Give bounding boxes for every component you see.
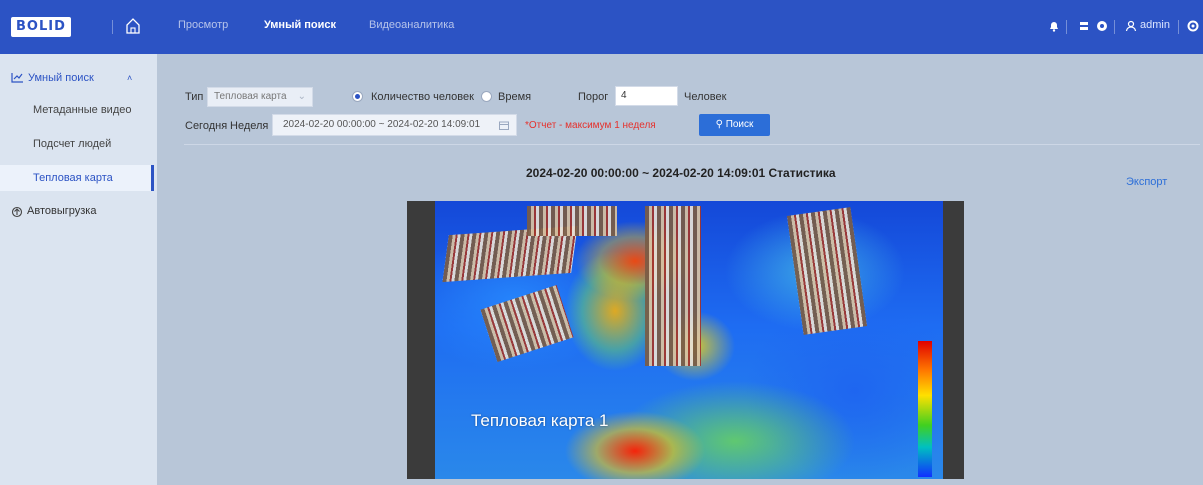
shelf xyxy=(527,206,617,236)
home-icon[interactable] xyxy=(125,17,141,35)
sidebar-item-people-count[interactable]: Подсчет людей xyxy=(0,131,157,157)
type-label: Тип xyxy=(185,91,204,103)
type-select[interactable]: Тепловая карта ⌄ xyxy=(207,87,313,107)
bell-icon[interactable] xyxy=(1047,19,1061,33)
top-bar: BOLID Просмотр Умный поиск Видеоаналитик… xyxy=(0,0,1203,54)
threshold-unit: Человек xyxy=(684,91,727,103)
sidebar-item-metadata[interactable]: Метаданные видео xyxy=(0,97,157,123)
date-range-input[interactable]: 2024-02-20 00:00:00 ~ 2024-02-20 14:09:0… xyxy=(272,114,517,136)
nav-smart-search[interactable]: Умный поиск xyxy=(264,19,336,31)
gear-icon[interactable] xyxy=(1186,19,1200,33)
shelf xyxy=(480,284,574,363)
threshold-label: Порог xyxy=(578,91,609,103)
search-button-label: Поиск xyxy=(725,119,754,130)
nav-view[interactable]: Просмотр xyxy=(178,19,228,31)
radio-time[interactable] xyxy=(481,91,492,102)
logo: BOLID xyxy=(11,17,71,37)
divider xyxy=(184,144,1200,145)
week-link[interactable]: Неделя xyxy=(230,120,268,132)
search-icon: ⚲ xyxy=(715,119,723,130)
sidebar-group-smart-search[interactable]: Умный поиск xyxy=(28,72,94,84)
sidebar-item-heatmap[interactable]: Тепловая карта xyxy=(0,165,154,191)
nav-video-analytics[interactable]: Видеоаналитика xyxy=(369,19,454,31)
divider xyxy=(1178,20,1179,34)
heat-scale xyxy=(918,341,932,477)
camera-frame: Тепловая карта 1 xyxy=(435,201,943,479)
divider xyxy=(1114,20,1115,34)
shelf xyxy=(786,207,868,335)
user-icon[interactable] xyxy=(1124,19,1138,33)
divider xyxy=(1066,20,1067,34)
threshold-input[interactable]: 4 xyxy=(615,86,678,106)
heatmap-image: Тепловая карта 1 xyxy=(407,201,964,479)
report-limit-warning: *Отчет - максимум 1 неделя xyxy=(525,120,656,131)
statistics-title: 2024-02-20 00:00:00 ~ 2024-02-20 14:09:0… xyxy=(526,166,836,180)
divider xyxy=(112,20,113,34)
export-link[interactable]: Экспорт xyxy=(1126,176,1167,188)
chevron-down-icon: ⌄ xyxy=(297,91,306,102)
search-button[interactable]: ⚲ Поиск xyxy=(699,114,770,136)
sidebar-group-autoupload[interactable]: Автовыгрузка xyxy=(27,205,96,217)
radio-people-count-label[interactable]: Количество человек xyxy=(371,91,474,103)
calendar-icon[interactable] xyxy=(499,121,509,130)
upload-icon xyxy=(11,206,23,218)
globe-icon[interactable] xyxy=(1095,19,1109,33)
heatmap-label: Тепловая карта 1 xyxy=(471,411,609,430)
radio-people-count[interactable] xyxy=(352,91,363,102)
chart-icon xyxy=(11,73,23,83)
shelf xyxy=(645,206,701,366)
date-range-value: 2024-02-20 00:00:00 ~ 2024-02-20 14:09:0… xyxy=(283,119,481,130)
type-select-value: Тепловая карта xyxy=(214,91,287,102)
storage-icon[interactable] xyxy=(1077,19,1091,33)
radio-time-label[interactable]: Время xyxy=(498,91,531,103)
today-link[interactable]: Сегодня xyxy=(185,120,227,132)
chevron-up-icon[interactable]: ˄ xyxy=(127,73,132,83)
user-name[interactable]: admin xyxy=(1140,19,1170,31)
sidebar: Умный поиск ˄ Метаданные видео Подсчет л… xyxy=(0,54,157,485)
